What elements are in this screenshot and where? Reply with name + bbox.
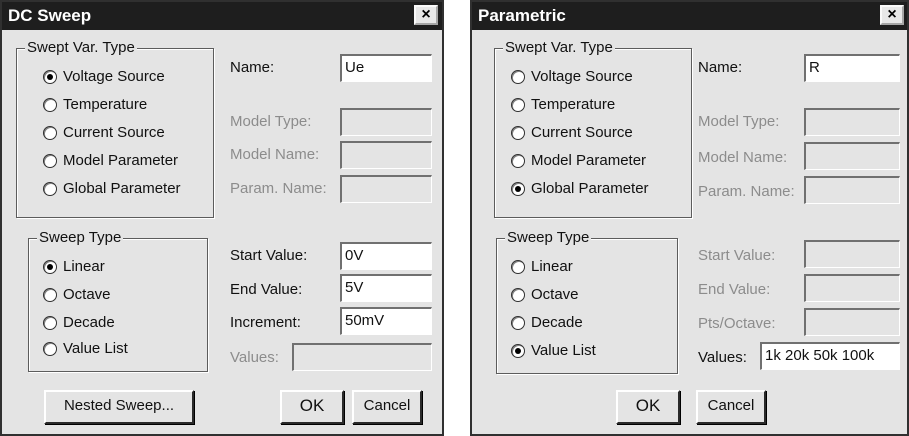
radio-label: Current Source [63, 124, 165, 141]
radio-label: Octave [531, 286, 579, 303]
ok-button[interactable]: OK [280, 390, 344, 424]
model-type-label: Model Type: [230, 113, 312, 130]
start-value-label: Start Value: [698, 247, 776, 264]
model-name-label: Model Name: [230, 146, 320, 163]
parametric-titlebar: Parametric [472, 2, 907, 30]
nested-sweep-button[interactable]: Nested Sweep... [44, 390, 194, 424]
model-name-label: Model Name: [698, 149, 788, 166]
name-field[interactable]: R [804, 54, 900, 82]
radio-unchecked-icon [43, 98, 57, 112]
increment-label: Increment: [230, 314, 301, 331]
values-label: Values: [698, 349, 747, 366]
values-label: Values: [230, 349, 279, 366]
pts-octave-field [804, 308, 900, 336]
radio-label: Linear [63, 258, 105, 275]
radio-label: Temperature [531, 96, 616, 113]
radio-unchecked-icon [43, 126, 57, 140]
ok-button[interactable]: OK [616, 390, 680, 424]
parametric-dialog: Parametric × Swept Var. Type Voltage Sou… [470, 0, 909, 436]
dialog-title: Parametric [478, 6, 566, 25]
radio-unchecked-icon [511, 126, 525, 140]
model-name-field [340, 141, 432, 169]
values-field[interactable]: 1k 20k 50k 100k [760, 342, 900, 370]
radio-label: Decade [531, 314, 583, 331]
radio-label: Octave [63, 286, 111, 303]
radio-unchecked-icon [511, 154, 525, 168]
radio-unchecked-icon [43, 154, 57, 168]
radio-checked-icon [43, 260, 57, 274]
pts-octave-label: Pts/Octave: [698, 315, 776, 332]
param-name-field [340, 175, 432, 203]
sweep-type-group: Sweep Type Linear Octave Decade Value Li… [496, 229, 678, 374]
end-value-field [804, 274, 900, 302]
radio-unchecked-icon [43, 342, 57, 356]
radio-label: Value List [63, 340, 128, 357]
radio-unchecked-icon [43, 288, 57, 302]
radio-label: Current Source [531, 124, 633, 141]
radio-unchecked-icon [511, 316, 525, 330]
radio-unchecked-icon [511, 70, 525, 84]
dialog-title: DC Sweep [8, 6, 92, 25]
radio-label: Decade [63, 314, 115, 331]
sweep-type-group: Sweep Type Linear Octave Decade Value Li… [28, 229, 208, 372]
radio-label: Temperature [63, 96, 148, 113]
end-value-field[interactable]: 5V [340, 274, 432, 302]
radio-checked-icon [511, 182, 525, 196]
radio-label: Value List [531, 342, 596, 359]
model-name-field [804, 142, 900, 170]
cancel-button[interactable]: Cancel [696, 390, 766, 424]
radio-label: Voltage Source [531, 68, 633, 85]
close-icon[interactable]: × [414, 5, 438, 25]
param-name-field [804, 176, 900, 204]
group-legend: Sweep Type [505, 229, 592, 247]
dc-sweep-titlebar: DC Sweep [2, 2, 442, 30]
radio-label: Global Parameter [63, 180, 181, 197]
radio-unchecked-icon [43, 182, 57, 196]
close-icon[interactable]: × [880, 5, 904, 25]
radio-label: Global Parameter [531, 180, 649, 197]
radio-unchecked-icon [511, 260, 525, 274]
radio-unchecked-icon [511, 288, 525, 302]
radio-unchecked-icon [511, 98, 525, 112]
radio-checked-icon [511, 344, 525, 358]
name-field[interactable]: Ue [340, 54, 432, 82]
radio-label: Linear [531, 258, 573, 275]
increment-field[interactable]: 50mV [340, 307, 432, 335]
dc-sweep-dialog: DC Sweep × Swept Var. Type Voltage Sourc… [0, 0, 444, 436]
model-type-field [340, 108, 432, 136]
radio-label: Model Parameter [531, 152, 647, 169]
cancel-button[interactable]: Cancel [352, 390, 422, 424]
radio-label: Model Parameter [63, 152, 179, 169]
end-value-label: End Value: [230, 281, 303, 298]
start-value-field[interactable]: 0V [340, 242, 432, 270]
radio-label: Voltage Source [63, 68, 165, 85]
swept-var-type-group: Swept Var. Type Voltage Source Temperatu… [494, 39, 692, 218]
swept-var-type-group: Swept Var. Type Voltage Source Temperatu… [16, 39, 214, 218]
name-label: Name: [698, 59, 743, 76]
param-name-label: Param. Name: [230, 180, 327, 197]
param-name-label: Param. Name: [698, 183, 795, 200]
name-label: Name: [230, 59, 275, 76]
group-legend: Swept Var. Type [25, 39, 137, 57]
group-legend: Sweep Type [37, 229, 124, 247]
model-type-field [804, 108, 900, 136]
end-value-label: End Value: [698, 281, 771, 298]
radio-unchecked-icon [43, 316, 57, 330]
radio-checked-icon [43, 70, 57, 84]
group-legend: Swept Var. Type [503, 39, 615, 57]
model-type-label: Model Type: [698, 113, 780, 130]
values-field [292, 343, 432, 371]
start-value-label: Start Value: [230, 247, 308, 264]
start-value-field [804, 240, 900, 268]
